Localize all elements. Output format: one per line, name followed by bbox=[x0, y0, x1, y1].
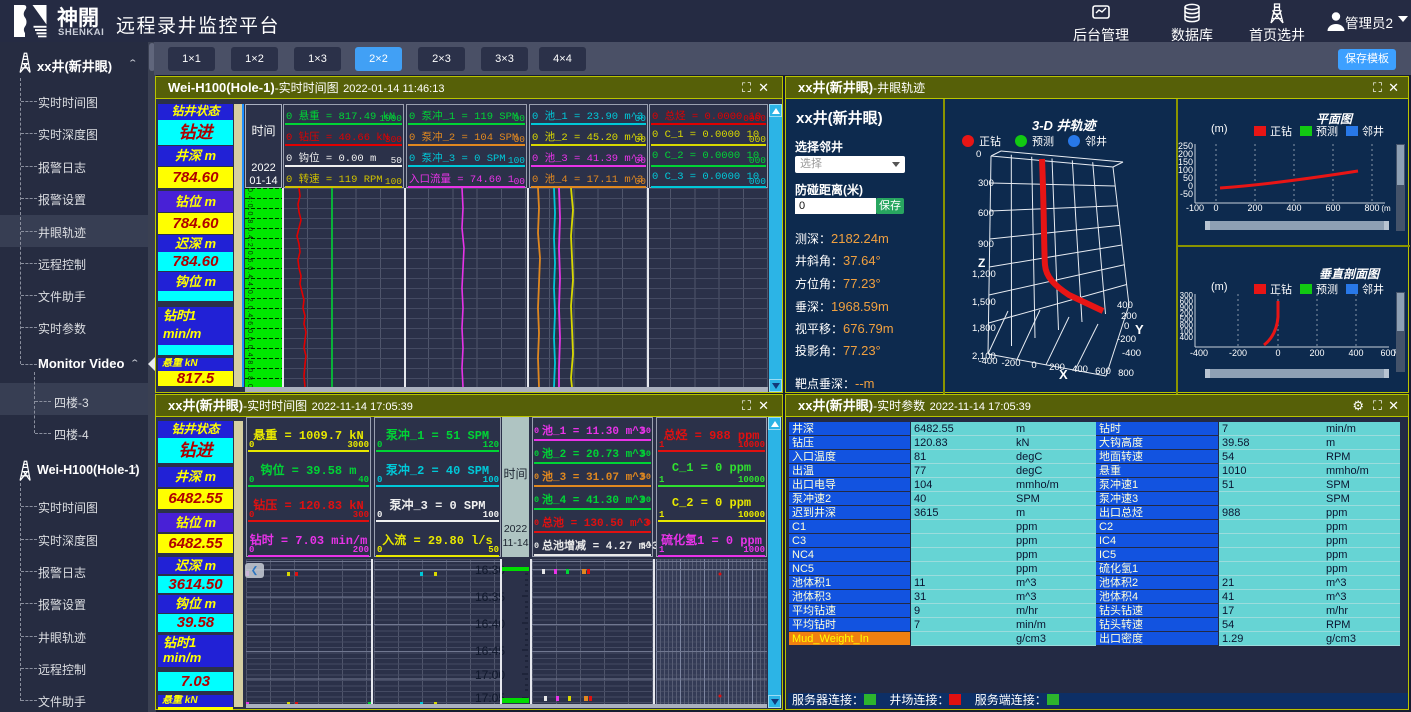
svg-text:-50: -50 bbox=[1180, 189, 1193, 199]
svg-text:400: 400 bbox=[1286, 203, 1301, 213]
svg-text:800: 800 bbox=[1364, 203, 1379, 213]
svg-text:200: 200 bbox=[1247, 203, 1262, 213]
svg-text:400: 400 bbox=[1072, 364, 1088, 375]
svg-text:0: 0 bbox=[1031, 360, 1036, 371]
svg-text:0: 0 bbox=[1275, 348, 1280, 358]
svg-text:200: 200 bbox=[1309, 348, 1324, 358]
svg-text:400: 400 bbox=[1348, 348, 1363, 358]
svg-text:600: 600 bbox=[1095, 366, 1111, 377]
svg-text:-100: -100 bbox=[1186, 203, 1204, 213]
svg-text:-200: -200 bbox=[1001, 358, 1020, 369]
svg-text:-200: -200 bbox=[1229, 348, 1247, 358]
svg-text:800: 800 bbox=[1118, 368, 1134, 379]
svg-text:400: 400 bbox=[1180, 333, 1194, 342]
svg-text:(m: (m bbox=[1381, 204, 1391, 213]
svg-text:600: 600 bbox=[1325, 203, 1340, 213]
svg-text:0: 0 bbox=[1213, 203, 1218, 213]
svg-text:-400: -400 bbox=[1190, 348, 1208, 358]
